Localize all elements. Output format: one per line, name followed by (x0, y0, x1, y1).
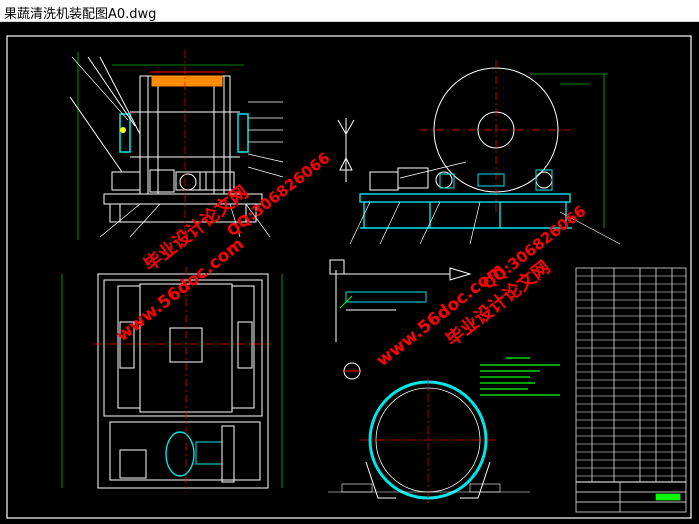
watermark-group-right: www.56doc.com 毕业设计论文网 QQ:306826066 (373, 202, 590, 371)
window-titlebar: 果蔬清洗机装配图A0.dwg (0, 0, 699, 22)
parts-list-table (575, 267, 687, 513)
watermark-group-left: www.56doc.com 毕业设计论文网 QQ:306826066 (113, 149, 334, 346)
detail-view-ring (328, 378, 530, 504)
cad-drawing-canvas[interactable]: www.56doc.com 毕业设计论文网 QQ:306826066 www.5… (0, 22, 699, 524)
technical-notes (480, 357, 560, 396)
window-title: 果蔬清洗机装配图A0.dwg (4, 7, 157, 22)
